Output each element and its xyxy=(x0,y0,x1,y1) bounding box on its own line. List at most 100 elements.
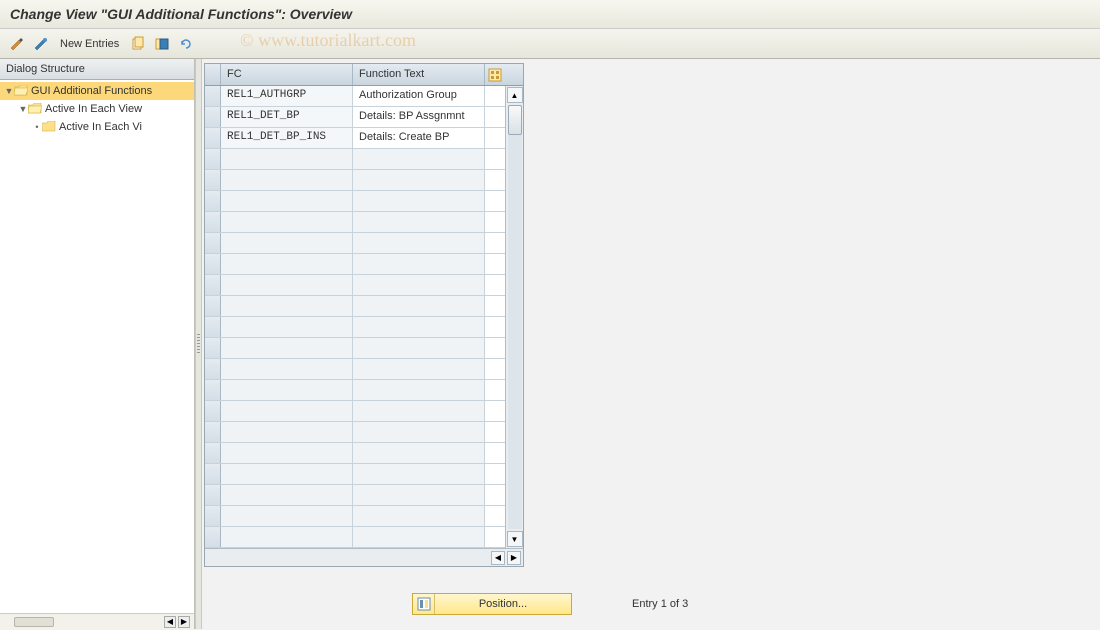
cell-function-text[interactable] xyxy=(353,212,485,232)
grid-scroll-up-button[interactable]: ▲ xyxy=(507,87,523,103)
grid-scroll-down-button[interactable]: ▼ xyxy=(507,531,523,547)
toggle-display-change-icon[interactable] xyxy=(8,35,26,53)
row-selector[interactable] xyxy=(205,254,221,274)
cell-function-text[interactable] xyxy=(353,401,485,421)
cell-function-text[interactable] xyxy=(353,149,485,169)
tree-node[interactable]: •Active In Each Vi xyxy=(0,118,194,136)
cell-fc[interactable] xyxy=(221,191,353,211)
cell-fc[interactable] xyxy=(221,422,353,442)
cell-function-text[interactable]: Details: Create BP xyxy=(353,128,485,148)
grid-scroll-left-button[interactable]: ◀ xyxy=(491,551,505,565)
tree-node[interactable]: ▼GUI Additional Functions xyxy=(0,82,194,100)
sidebar-scroll-left-button[interactable]: ◀ xyxy=(164,616,176,628)
undo-icon[interactable] xyxy=(177,35,195,53)
row-selector[interactable] xyxy=(205,338,221,358)
row-selector[interactable] xyxy=(205,464,221,484)
table-row xyxy=(205,485,505,506)
cell-fc[interactable] xyxy=(221,443,353,463)
cell-function-text[interactable] xyxy=(353,191,485,211)
row-selector[interactable] xyxy=(205,359,221,379)
sidebar-horizontal-scrollbar[interactable]: ◀ ▶ xyxy=(0,613,194,629)
tree-toggle-icon[interactable]: ▼ xyxy=(4,86,14,96)
copy-as-icon[interactable] xyxy=(129,35,147,53)
row-selector[interactable] xyxy=(205,506,221,526)
cell-fc[interactable] xyxy=(221,275,353,295)
row-selector[interactable] xyxy=(205,191,221,211)
cell-fc[interactable]: REL1_DET_BP_INS xyxy=(221,128,353,148)
cell-fc[interactable]: REL1_AUTHGRP xyxy=(221,86,353,106)
cell-fc[interactable] xyxy=(221,254,353,274)
row-selector[interactable] xyxy=(205,422,221,442)
new-entries-button[interactable]: New Entries xyxy=(56,38,123,50)
cell-fc[interactable] xyxy=(221,233,353,253)
row-selector[interactable] xyxy=(205,149,221,169)
cell-fc[interactable] xyxy=(221,506,353,526)
cell-function-text[interactable] xyxy=(353,338,485,358)
splitter-handle[interactable] xyxy=(195,59,202,629)
tree-toggle-icon[interactable]: • xyxy=(32,122,42,132)
row-selector[interactable] xyxy=(205,401,221,421)
cell-function-text[interactable] xyxy=(353,443,485,463)
delete-icon[interactable] xyxy=(153,35,171,53)
cell-function-text[interactable] xyxy=(353,317,485,337)
grid-scroll-right-button[interactable]: ▶ xyxy=(507,551,521,565)
cell-function-text[interactable] xyxy=(353,359,485,379)
position-button[interactable]: Position... xyxy=(412,593,572,615)
grid-vertical-scrollbar[interactable]: ▲ ▼ xyxy=(505,86,523,548)
cell-function-text[interactable] xyxy=(353,170,485,190)
tree-toggle-icon[interactable]: ▼ xyxy=(18,104,28,114)
cell-function-text[interactable] xyxy=(353,233,485,253)
row-selector[interactable] xyxy=(205,443,221,463)
cell-fc[interactable] xyxy=(221,401,353,421)
grid-vscroll-thumb[interactable] xyxy=(508,105,522,135)
row-selector[interactable] xyxy=(205,527,221,547)
grid-select-all-header[interactable] xyxy=(205,64,221,85)
cell-function-text[interactable] xyxy=(353,422,485,442)
sidebar-scroll-track[interactable] xyxy=(14,617,54,627)
cell-fc[interactable] xyxy=(221,317,353,337)
cell-fc[interactable]: REL1_DET_BP xyxy=(221,107,353,127)
cell-fc[interactable] xyxy=(221,296,353,316)
cell-fc[interactable] xyxy=(221,485,353,505)
grid-horizontal-scrollbar[interactable]: ◀ ▶ xyxy=(205,548,523,566)
cell-function-text[interactable] xyxy=(353,254,485,274)
cell-function-text[interactable] xyxy=(353,485,485,505)
cell-fc[interactable] xyxy=(221,212,353,232)
row-selector[interactable] xyxy=(205,233,221,253)
row-selector[interactable] xyxy=(205,107,221,127)
cell-function-text[interactable] xyxy=(353,464,485,484)
row-selector[interactable] xyxy=(205,212,221,232)
row-selector[interactable] xyxy=(205,170,221,190)
row-selector[interactable] xyxy=(205,86,221,106)
grid-body: REL1_AUTHGRPAuthorization GroupREL1_DET_… xyxy=(205,86,523,548)
cell-fc[interactable] xyxy=(221,380,353,400)
cell-fc[interactable] xyxy=(221,359,353,379)
cell-fc[interactable] xyxy=(221,527,353,547)
row-selector[interactable] xyxy=(205,128,221,148)
grid-vscroll-track[interactable] xyxy=(508,105,522,529)
grid-column-function-text[interactable]: Function Text xyxy=(353,64,485,85)
cell-fc[interactable] xyxy=(221,170,353,190)
row-selector[interactable] xyxy=(205,485,221,505)
cell-fc[interactable] xyxy=(221,149,353,169)
row-selector[interactable] xyxy=(205,317,221,337)
row-selector[interactable] xyxy=(205,380,221,400)
table-row xyxy=(205,359,505,380)
cell-function-text[interactable] xyxy=(353,275,485,295)
cell-fc[interactable] xyxy=(221,338,353,358)
row-selector[interactable] xyxy=(205,275,221,295)
cell-function-text[interactable]: Authorization Group xyxy=(353,86,485,106)
grid-configure-icon[interactable] xyxy=(485,64,505,85)
cell-function-text[interactable] xyxy=(353,296,485,316)
other-view-icon[interactable] xyxy=(32,35,50,53)
cell-function-text[interactable]: Details: BP Assgnmnt xyxy=(353,107,485,127)
cell-function-text[interactable] xyxy=(353,527,485,547)
grid-column-fc[interactable]: FC xyxy=(221,64,353,85)
sidebar-scroll-right-button[interactable]: ▶ xyxy=(178,616,190,628)
table-row: REL1_AUTHGRPAuthorization Group xyxy=(205,86,505,107)
tree-node[interactable]: ▼Active In Each View xyxy=(0,100,194,118)
cell-fc[interactable] xyxy=(221,464,353,484)
cell-function-text[interactable] xyxy=(353,506,485,526)
cell-function-text[interactable] xyxy=(353,380,485,400)
row-selector[interactable] xyxy=(205,296,221,316)
